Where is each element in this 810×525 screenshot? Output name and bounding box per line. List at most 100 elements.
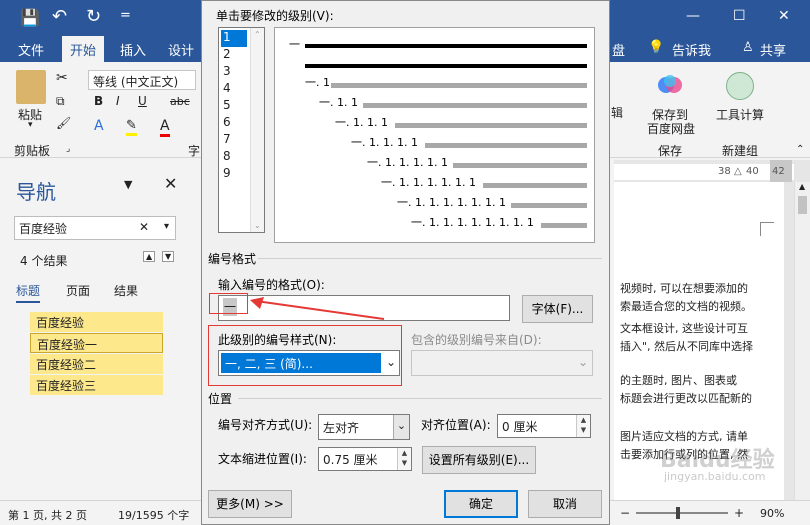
tab-design[interactable]: 设计 [168, 40, 194, 59]
dialog-launcher-icon[interactable]: ⌟ [66, 144, 70, 154]
level-item[interactable]: 2 [221, 47, 247, 64]
nav-result[interactable]: 百度经验 [30, 312, 163, 332]
paste-icon[interactable] [16, 70, 46, 104]
tab-insert[interactable]: 插入 [120, 40, 146, 59]
format-painter-icon[interactable]: 🖌 [56, 116, 71, 130]
font-button[interactable]: 字体(F)... [522, 295, 593, 323]
nav-title: 导航 [16, 180, 56, 204]
tools-calc-icon[interactable] [726, 72, 754, 100]
customize-qat-icon[interactable]: = [120, 8, 131, 23]
set-all-levels-button[interactable]: 设置所有级别(E)... [422, 446, 536, 474]
restore-button[interactable]: ☐ [733, 8, 746, 24]
tab-home[interactable]: 开始 [62, 36, 105, 62]
level-item[interactable]: 4 [221, 81, 247, 98]
align-at-spinner[interactable]: ▲ ▼ [576, 415, 590, 437]
alignment-select[interactable]: 左对齐 ⌄ [318, 414, 410, 440]
align-at-input[interactable]: 0 厘米 ▲ ▼ [497, 414, 591, 438]
share-button[interactable]: 共享 [760, 40, 786, 59]
preview-label: 一. 1. 1. 1. 1 [351, 136, 418, 149]
chevron-down-icon[interactable]: ▾ [28, 120, 33, 130]
font-group-label: 字 [188, 144, 201, 158]
preview-label: 一. 1. 1. 1. 1. 1. 1. 1. 1 [411, 216, 534, 229]
zoom-slider-thumb[interactable] [676, 507, 680, 519]
margin-corner [760, 222, 774, 236]
close-icon[interactable]: ✕ [164, 174, 177, 193]
chevron-down-icon[interactable]: ⌄ [393, 415, 409, 439]
doc-text-line: 文本框设计, 这些设计可互 [620, 322, 748, 335]
save-group-label: 保存 [658, 144, 683, 158]
scroll-down-icon[interactable]: ⌄ [254, 221, 261, 230]
tools-calc-button[interactable]: 工具计算 [716, 106, 764, 123]
preview-bar-current [305, 44, 587, 48]
tab-netdisk[interactable]: 盘 [612, 40, 625, 59]
more-button[interactable]: 更多(M) >> [208, 490, 292, 518]
bold-button[interactable]: B [94, 94, 103, 108]
save-to-baidu-line2[interactable]: 百度网盘 [647, 120, 695, 137]
text-effects-icon[interactable]: A [94, 118, 104, 134]
navigation-pane: 导航 ▼ ✕ 百度经验 ✕ ▾ 4 个结果 ▲ ▼ 标题 页面 结果 百度经验 … [0, 160, 200, 500]
scroll-thumb[interactable] [798, 196, 807, 214]
clear-search-icon[interactable]: ✕ [139, 220, 149, 234]
font-color-icon[interactable]: A [160, 118, 170, 137]
zoom-out-icon[interactable]: − [620, 506, 630, 520]
strikethrough-button[interactable]: abc [170, 95, 190, 108]
nav-result[interactable]: 百度经验一 [30, 333, 163, 353]
nav-search-value: 百度经验 [19, 222, 68, 236]
next-result-icon[interactable]: ▼ [162, 251, 175, 262]
vertical-scrollbar[interactable]: ▲ [794, 182, 810, 500]
tab-results[interactable]: 结果 [114, 282, 138, 299]
save-icon[interactable]: 💾 [20, 8, 40, 27]
highlight-icon[interactable]: ✎ [126, 118, 137, 136]
level-item[interactable]: 1 [221, 30, 247, 47]
undo-icon[interactable]: ↶ [52, 6, 67, 27]
close-window-button[interactable]: ✕ [778, 8, 790, 24]
scroll-up-icon[interactable]: ▲ [799, 182, 805, 191]
indent-spinner[interactable]: ▲ ▼ [397, 448, 411, 470]
scroll-up-icon[interactable]: ⌃ [254, 30, 261, 39]
level-item[interactable]: 6 [221, 115, 247, 132]
search-options-icon[interactable]: ▾ [164, 221, 169, 232]
chevron-down-icon[interactable]: ▼ [124, 178, 132, 191]
alignment-label: 编号对齐方式(U): [218, 418, 313, 432]
document-page[interactable]: 视频时, 可以在想要添加的 索最适合您的文档的视频。 文本框设计, 这些设计可互… [614, 182, 784, 500]
nav-result[interactable]: 百度经验二 [30, 354, 163, 374]
preview-bar [425, 143, 587, 148]
cut-icon[interactable]: ✂ [56, 70, 68, 86]
chevron-down-icon[interactable]: ⌄ [386, 355, 396, 369]
tab-pages[interactable]: 页面 [66, 282, 90, 299]
level-scrollbar[interactable]: ⌃ ⌄ [250, 28, 264, 232]
collapse-ribbon-icon[interactable]: ⌃ [796, 144, 804, 155]
zoom-in-icon[interactable]: + [734, 506, 744, 520]
font-name-box[interactable]: 等线 (中文正文) [88, 70, 196, 90]
copy-icon[interactable]: ⧉ [56, 94, 65, 109]
cancel-button[interactable]: 取消 [528, 490, 602, 518]
tab-file[interactable]: 文件 [18, 40, 44, 59]
page-count[interactable]: 第 1 页, 共 2 页 [8, 507, 87, 523]
level-item[interactable]: 9 [221, 166, 247, 183]
document-area: 38 △ 40 42 视频时, 可以在想要添加的 索最适合您的文档的视频。 文本… [614, 160, 810, 500]
minimize-button[interactable]: — [686, 8, 700, 24]
italic-button[interactable]: I [116, 94, 120, 108]
level-item[interactable]: 5 [221, 98, 247, 115]
word-count[interactable]: 19/1595 个字 [118, 507, 189, 523]
previous-result-icon[interactable]: ▲ [143, 251, 156, 262]
level-item[interactable]: 3 [221, 64, 247, 81]
numbering-style-select[interactable]: 一, 二, 三 (简)... ⌄ [218, 350, 400, 376]
level-item[interactable]: 7 [221, 132, 247, 149]
zoom-slider[interactable] [636, 512, 728, 514]
tab-headings[interactable]: 标题 [16, 282, 41, 303]
nav-search-input[interactable]: 百度经验 ✕ ▾ [14, 216, 176, 240]
list-preview: 一 一. 1 一. 1. 1 一. 1. 1. 1 一. 1. 1. 1. 1 … [274, 27, 595, 243]
numbering-style-value: 一, 二, 三 (简)... [221, 353, 381, 373]
indent-input[interactable]: 0.75 厘米 ▲ ▼ [318, 447, 412, 471]
zoom-level[interactable]: 90% [760, 507, 784, 520]
nav-result[interactable]: 百度经验三 [30, 375, 163, 395]
level-item[interactable]: 8 [221, 149, 247, 166]
redo-icon[interactable]: ↻ [86, 6, 101, 27]
ok-button[interactable]: 确定 [444, 490, 518, 518]
level-listbox[interactable]: 1 2 3 4 5 6 7 8 9 ⌃ ⌄ [218, 27, 265, 233]
baidu-netdisk-icon[interactable] [656, 72, 684, 98]
tell-me-button[interactable]: 告诉我 [672, 40, 711, 59]
underline-button[interactable]: U [138, 94, 147, 108]
preview-bar [363, 103, 587, 108]
